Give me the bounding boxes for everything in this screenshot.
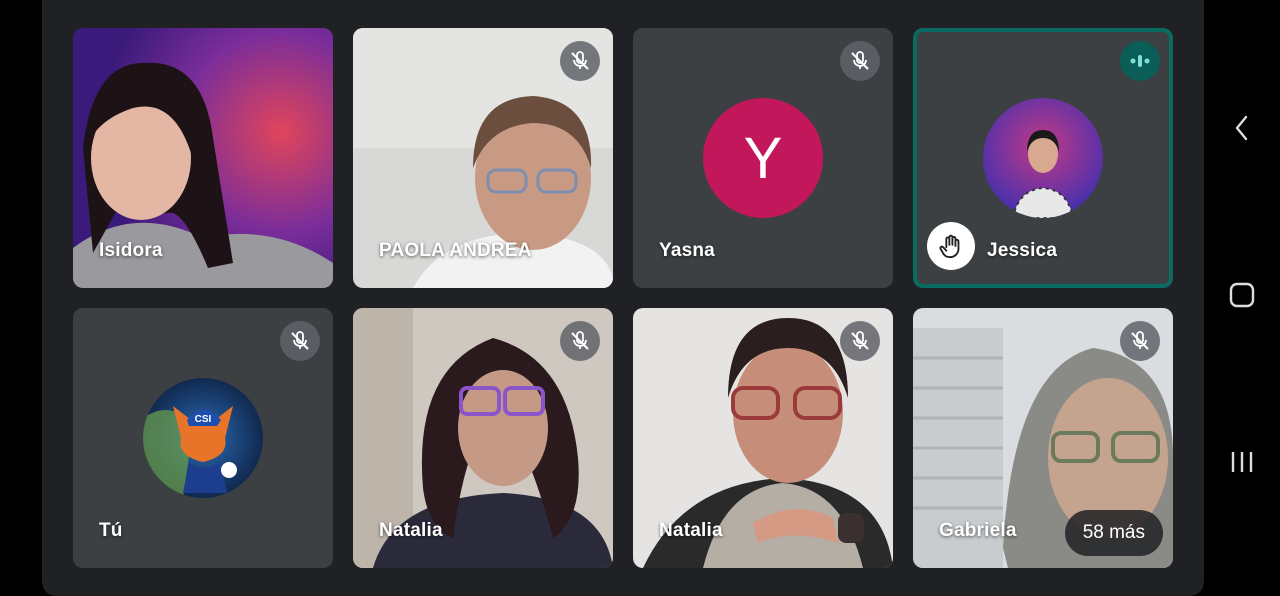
participant-name: Isidora: [99, 240, 163, 261]
participant-name: PAOLA ANDREA: [379, 240, 532, 261]
participant-name: Natalia: [659, 520, 723, 541]
mic-off-icon: [280, 321, 320, 361]
participant-tile-natalia-1[interactable]: Natalia: [353, 308, 613, 568]
participant-tile-jessica[interactable]: Jessica: [913, 28, 1173, 288]
mic-off-icon: [840, 321, 880, 361]
raised-hand-icon: [927, 222, 975, 270]
avatar: CSI: [143, 378, 263, 498]
back-chevron-icon[interactable]: [1222, 108, 1262, 148]
system-nav-bar: [1204, 0, 1280, 596]
avatar: [983, 98, 1103, 218]
svg-text:CSI: CSI: [195, 414, 212, 425]
mic-off-icon: [560, 41, 600, 81]
participant-tile-yasna[interactable]: Y Yasna: [633, 28, 893, 288]
participant-tile-gabriela[interactable]: Gabriela 58 más: [913, 308, 1173, 568]
participant-tile-paola-andrea[interactable]: PAOLA ANDREA: [353, 28, 613, 288]
meeting-grid: Isidora PAOLA ANDREA Y Yasna Jessica CSI…: [42, 0, 1204, 596]
recents-icon[interactable]: [1222, 442, 1262, 482]
mic-off-icon: [1120, 321, 1160, 361]
participant-tile-isidora[interactable]: Isidora: [73, 28, 333, 288]
participant-tile-self[interactable]: CSI Tú: [73, 308, 333, 568]
participant-tile-natalia-2[interactable]: Natalia: [633, 308, 893, 568]
participant-name: Gabriela: [939, 520, 1017, 541]
phone-screen: Isidora PAOLA ANDREA Y Yasna Jessica CSI…: [0, 0, 1280, 596]
avatar: Y: [703, 98, 823, 218]
audio-wave-icon: [1120, 41, 1160, 81]
participant-name: Jessica: [987, 240, 1058, 261]
more-participants-button[interactable]: 58 más: [1064, 510, 1163, 556]
participant-name: Natalia: [379, 520, 443, 541]
participant-name: Yasna: [659, 240, 715, 261]
mic-off-icon: [560, 321, 600, 361]
participant-name: Tú: [99, 520, 123, 541]
mic-off-icon: [840, 41, 880, 81]
home-icon[interactable]: [1222, 275, 1262, 315]
